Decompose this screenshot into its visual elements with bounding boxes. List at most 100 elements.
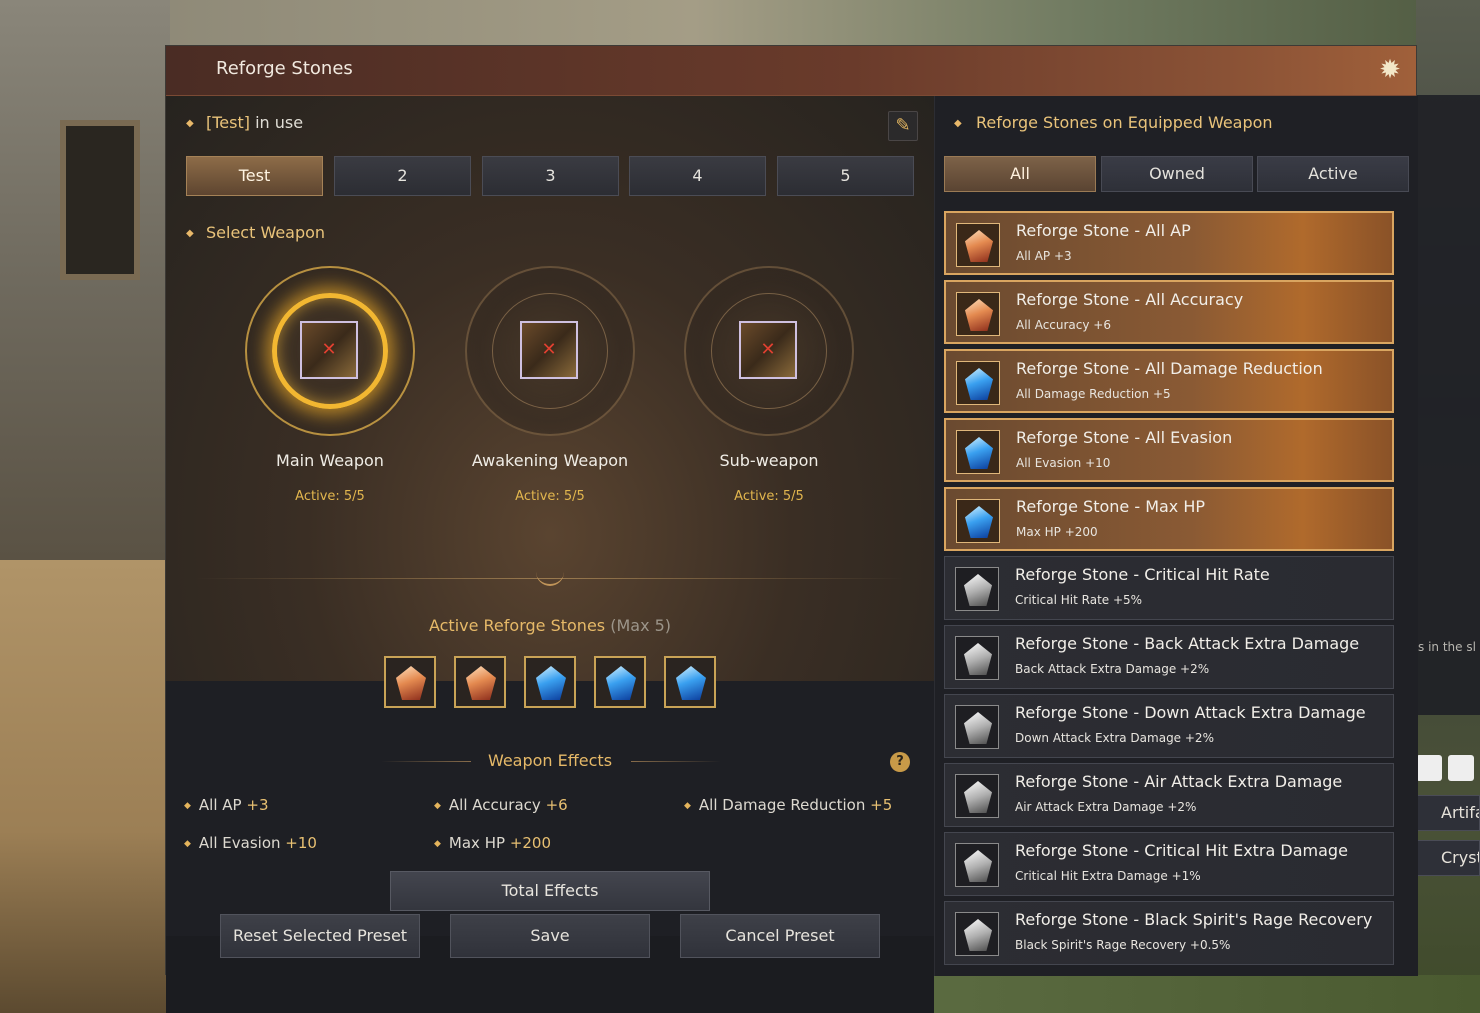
weapon-name: Awakening Weapon: [471, 451, 629, 470]
gray-reforge-stone-icon: [964, 712, 992, 744]
weapon-slot-awakening[interactable]: ✕ Awakening Weapon Active: 5/5: [465, 266, 635, 504]
stone-name: Reforge Stone - All Accuracy: [1016, 290, 1244, 309]
filter-tab-active[interactable]: Active: [1257, 156, 1409, 192]
stone-icon-frame: [955, 774, 999, 818]
gray-reforge-stone-icon: [964, 850, 992, 882]
active-stones-label: Active Reforge Stones: [428, 616, 606, 635]
effect-value: +3: [246, 796, 269, 814]
effect-item: ◆ All Evasion +10: [184, 834, 317, 852]
gray-reforge-stone-icon: [964, 574, 992, 606]
save-button[interactable]: Save: [450, 914, 650, 958]
red-reforge-stone-icon: [965, 230, 993, 262]
stone-name: Reforge Stone - Back Attack Extra Damage: [1015, 634, 1360, 653]
background-crystal-button[interactable]: Cryst: [1416, 840, 1480, 876]
gray-reforge-stone-icon: [964, 781, 992, 813]
reforge-stones-window: Reforge Stones ✹ ◆ [Test] in use ✎ Test …: [165, 45, 1418, 1013]
stone-list-item[interactable]: Reforge Stone - All Damage Reduction All …: [944, 349, 1394, 413]
stone-description: Back Attack Extra Damage +2%: [1015, 662, 1210, 676]
effect-value: +200: [509, 834, 552, 852]
select-weapon-label: Select Weapon: [206, 223, 326, 242]
weapon-active-count: Active: 5/5: [734, 489, 804, 504]
stone-list-item[interactable]: Reforge Stone - Critical Hit Extra Damag…: [944, 832, 1394, 896]
active-stone-slot[interactable]: [664, 656, 716, 708]
red-reforge-stone-icon: [466, 666, 496, 700]
preset-in-use-label: [Test] in use: [206, 113, 303, 132]
stone-list-item[interactable]: Reforge Stone - Down Attack Extra Damage…: [944, 694, 1394, 758]
help-icon[interactable]: ?: [890, 752, 910, 772]
active-stone-slot[interactable]: [454, 656, 506, 708]
blue-reforge-stone-icon: [965, 368, 993, 400]
window-title: Reforge Stones: [216, 58, 353, 79]
stone-list-item[interactable]: Reforge Stone - All Accuracy All Accuracy…: [944, 280, 1394, 344]
preset-tab-3[interactable]: 3: [482, 156, 619, 196]
active-stone-slot[interactable]: [594, 656, 646, 708]
stone-list-item[interactable]: Reforge Stone - Critical Hit Rate Critica…: [944, 556, 1394, 620]
active-stones-max: (Max 5): [610, 616, 672, 635]
filter-tab-owned[interactable]: Owned: [1101, 156, 1253, 192]
sub-weapon-icon: ✕: [739, 321, 797, 379]
blue-reforge-stone-icon: [965, 506, 993, 538]
background-side-panel: [1416, 95, 1480, 715]
stone-name: Reforge Stone - Critical Hit Extra Damag…: [1015, 841, 1348, 860]
stone-list-item[interactable]: Reforge Stone - Back Attack Extra Damage…: [944, 625, 1394, 689]
preset-tab-test[interactable]: Test: [186, 156, 323, 196]
stone-name: Reforge Stone - All Evasion: [1016, 428, 1233, 447]
bullet-icon: ◆: [186, 118, 194, 129]
weapon-effects-title: Weapon Effects: [487, 751, 613, 770]
reset-preset-button[interactable]: Reset Selected Preset: [220, 914, 420, 958]
stone-description: All AP +3: [1016, 249, 1072, 263]
weapon-slot-sub[interactable]: ✕ Sub-weapon Active: 5/5: [684, 266, 854, 504]
background-rooftops: [170, 0, 1480, 48]
sword-icon: ✕: [300, 321, 358, 379]
effect-item: ◆ All Damage Reduction +5: [684, 796, 892, 814]
active-stone-slot[interactable]: [524, 656, 576, 708]
background-ground: [0, 560, 170, 1013]
stone-name: Reforge Stone - Max HP: [1016, 497, 1206, 516]
effect-value: +10: [285, 834, 317, 852]
weapon-active-count: Active: 5/5: [295, 489, 365, 504]
preset-name: [Test]: [206, 113, 250, 132]
stone-name: Reforge Stone - All Damage Reduction: [1016, 359, 1323, 378]
bullet-icon: ◆: [434, 839, 441, 849]
effect-item: ◆ Max HP +200: [434, 834, 551, 852]
background-skill-icon[interactable]: [1416, 755, 1442, 781]
filter-tab-all[interactable]: All: [944, 156, 1096, 192]
stone-description: Air Attack Extra Damage +2%: [1015, 800, 1197, 814]
background-house: [0, 0, 170, 560]
stone-list-item[interactable]: Reforge Stone - Max HP Max HP +200: [944, 487, 1394, 551]
close-icon[interactable]: ✹: [1376, 56, 1404, 84]
stone-icon-frame: [956, 430, 1000, 474]
weapon-slot-main[interactable]: ✕ Main Weapon Active: 5/5: [245, 266, 415, 504]
window-titlebar[interactable]: Reforge Stones ✹: [166, 46, 1416, 96]
effect-value: +5: [870, 796, 893, 814]
total-effects-button[interactable]: Total Effects: [390, 871, 710, 911]
awakening-weapon-icon: ✕: [520, 321, 578, 379]
blue-reforge-stone-icon: [676, 666, 706, 700]
preset-tab-4[interactable]: 4: [629, 156, 766, 196]
active-stone-slot[interactable]: [384, 656, 436, 708]
background-artifact-button[interactable]: Artifa: [1416, 795, 1480, 831]
effect-item: ◆ All Accuracy +6: [434, 796, 568, 814]
cancel-preset-button[interactable]: Cancel Preset: [680, 914, 880, 958]
stone-description: All Damage Reduction +5: [1016, 387, 1171, 401]
bullet-icon: ◆: [954, 118, 962, 129]
equipped-stones-title: Reforge Stones on Equipped Weapon: [976, 113, 1273, 132]
bullet-icon: ◆: [186, 228, 194, 239]
stone-list-item[interactable]: Reforge Stone - Black Spirit's Rage Reco…: [944, 901, 1394, 965]
pencil-icon: ✎: [895, 115, 911, 136]
edit-preset-button[interactable]: ✎: [888, 111, 918, 141]
preset-tab-5[interactable]: 5: [777, 156, 914, 196]
weapon-name: Main Weapon: [276, 451, 384, 470]
background-skill-icon[interactable]: [1448, 755, 1474, 781]
stone-icon-frame: [955, 567, 999, 611]
effect-label: All AP: [198, 796, 242, 814]
stone-list-item[interactable]: Reforge Stone - Air Attack Extra Damage A…: [944, 763, 1394, 827]
preset-tab-2[interactable]: 2: [334, 156, 471, 196]
stone-icon-frame: [955, 843, 999, 887]
stone-description: All Accuracy +6: [1016, 318, 1111, 332]
blue-reforge-stone-icon: [536, 666, 566, 700]
preset-pane: ◆ [Test] in use ✎ Test 2 3 4 5 ◆ Select …: [166, 96, 934, 1013]
stone-list-item[interactable]: Reforge Stone - All AP All AP +3: [944, 211, 1394, 275]
stone-icon-frame: [956, 223, 1000, 267]
stone-list-item[interactable]: Reforge Stone - All Evasion All Evasion +…: [944, 418, 1394, 482]
